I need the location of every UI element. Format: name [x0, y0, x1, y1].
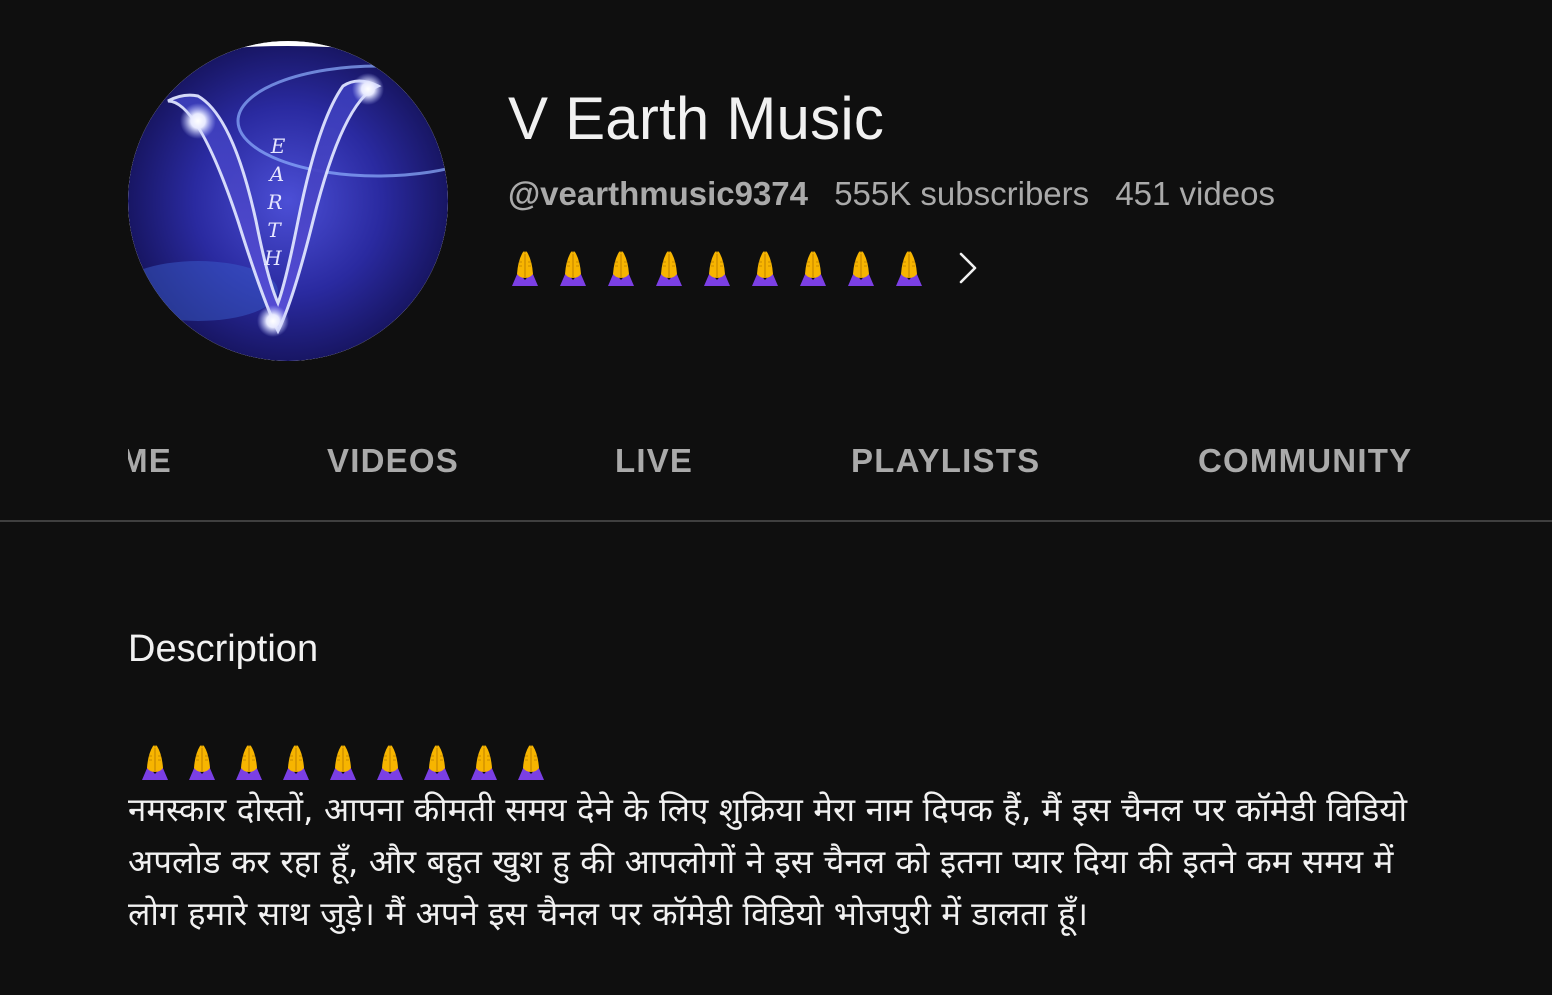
- folded-hands-icon: [279, 742, 313, 782]
- folded-hands-icon: [326, 742, 360, 782]
- channel-tagline[interactable]: [508, 244, 1275, 292]
- folded-hands-icon: [508, 248, 542, 288]
- channel-avatar[interactable]: E A R T H: [128, 41, 448, 361]
- avatar-letter-e: E: [270, 134, 286, 158]
- channel-handle: @vearthmusic9374: [508, 175, 809, 212]
- tagline-emojis: [508, 248, 926, 288]
- tab-videos[interactable]: VIDEOS: [327, 430, 459, 520]
- tab-playlists[interactable]: PLAYLISTS: [851, 430, 1040, 520]
- folded-hands-icon: [748, 248, 782, 288]
- avatar-letter-r: R: [266, 190, 282, 214]
- folded-hands-icon: [420, 742, 454, 782]
- folded-hands-icon: [556, 248, 590, 288]
- avatar-image: E A R T H: [128, 41, 448, 361]
- folded-hands-icon: [796, 248, 830, 288]
- folded-hands-icon: [138, 742, 172, 782]
- avatar-letter-a: A: [268, 162, 284, 186]
- video-count: 451 videos: [1115, 175, 1275, 212]
- channel-name: V Earth Music: [508, 85, 885, 152]
- description-emojis: [128, 742, 1428, 782]
- description-heading: Description: [128, 628, 319, 670]
- channel-info: V Earth Music @vearthmusic9374 555K subs…: [508, 80, 1275, 292]
- folded-hands-icon: [892, 248, 926, 288]
- folded-hands-icon: [232, 742, 266, 782]
- avatar-letter-t: T: [267, 218, 282, 242]
- folded-hands-icon: [652, 248, 686, 288]
- folded-hands-icon: [373, 742, 407, 782]
- subscriber-count: 555K subscribers: [834, 175, 1090, 212]
- channel-page: E A R T H V Earth Music @vearthmusic9374…: [0, 0, 1552, 995]
- folded-hands-icon: [604, 248, 638, 288]
- folded-hands-icon: [700, 248, 734, 288]
- folded-hands-icon: [514, 742, 548, 782]
- tab-live[interactable]: LIVE: [615, 430, 693, 520]
- avatar-letter-h: H: [263, 246, 282, 270]
- channel-tabs: HOME VIDEOS LIVE PLAYLISTS COMMUNITY: [0, 430, 1552, 522]
- chevron-right-icon[interactable]: [958, 251, 978, 285]
- tab-home[interactable]: HOME: [128, 430, 172, 520]
- folded-hands-icon: [467, 742, 501, 782]
- description-section: Description नमस्कार दोस्तों, आपना कीमती …: [128, 626, 1428, 940]
- tab-community[interactable]: COMMUNITY: [1198, 430, 1412, 520]
- folded-hands-icon: [844, 248, 878, 288]
- folded-hands-icon: [185, 742, 219, 782]
- channel-meta: @vearthmusic9374 555K subscribers 451 vi…: [508, 172, 1275, 216]
- description-text: नमस्कार दोस्तों, आपना कीमती समय देने के …: [128, 790, 1407, 933]
